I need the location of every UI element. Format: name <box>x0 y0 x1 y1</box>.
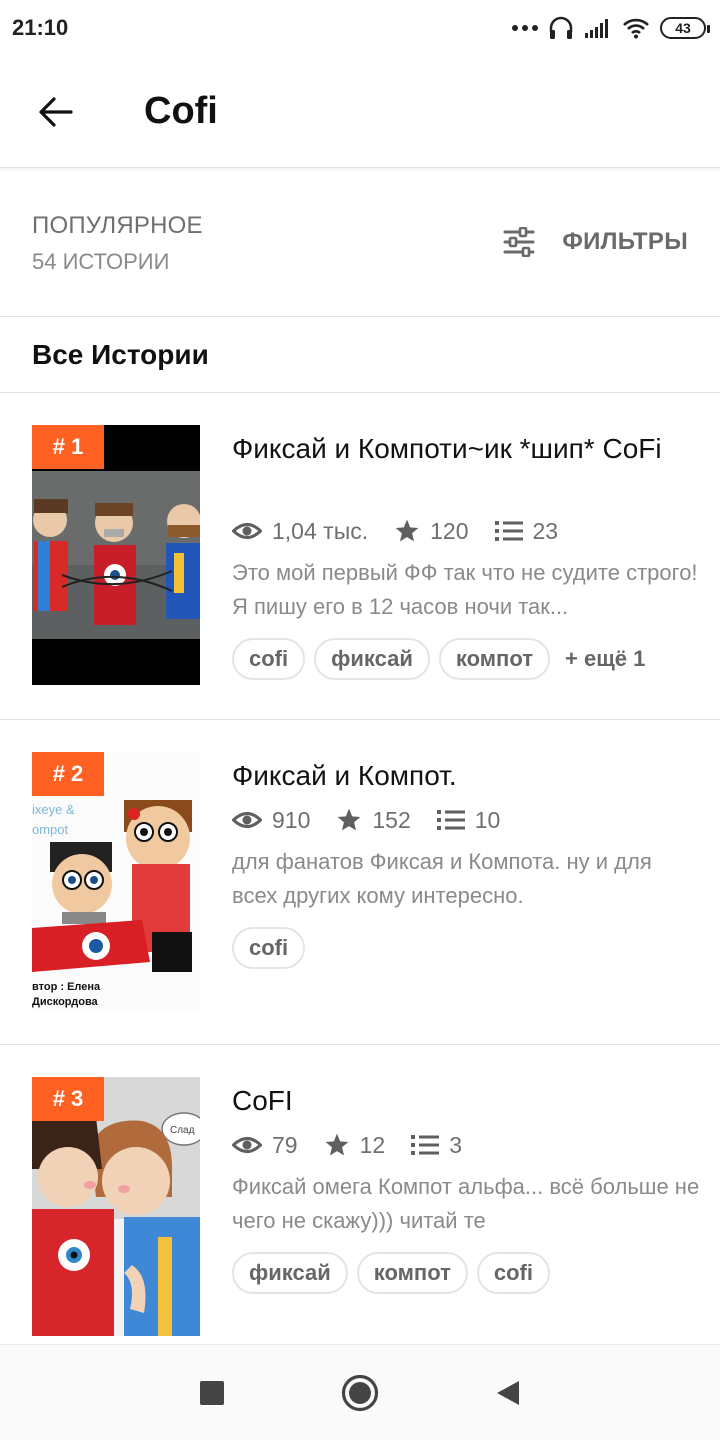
cover-text: ompot <box>32 822 69 837</box>
circle-icon <box>341 1374 379 1411</box>
story-description: Это мой первый ФФ так что не судите стро… <box>232 560 698 619</box>
square-icon <box>200 1380 224 1405</box>
eye-icon <box>232 1137 262 1153</box>
story-cover[interactable]: # 1 <box>32 425 200 685</box>
parts-count: 3 <box>449 1131 462 1158</box>
parts-count: 23 <box>532 517 559 544</box>
cover-text: ixeye & <box>32 802 75 817</box>
story-description: для фанатов Фиксая и Компота. ну и для в… <box>232 849 652 908</box>
cover-text: втор : Елена <box>32 981 101 993</box>
eye-icon <box>232 523 262 539</box>
views-stat: 79 <box>232 1132 298 1159</box>
votes-count: 120 <box>430 517 469 544</box>
tag-chip[interactable]: фиксай <box>232 1252 348 1294</box>
filters-label: ФИЛЬТРЫ <box>562 228 688 255</box>
sort-label[interactable]: ПОПУЛЯРНОЕ <box>32 212 203 240</box>
list-icon <box>411 1135 440 1155</box>
star-icon <box>325 1133 348 1156</box>
story-stats: 79 12 3 <box>232 1128 488 1162</box>
story-title[interactable]: Фиксай и Компоти~ик *шип* CoFi <box>232 429 692 469</box>
story-cover[interactable]: # 3 Слад <box>32 1077 200 1336</box>
rank-badge: # 2 <box>32 752 104 796</box>
back-nav-button[interactable] <box>484 1369 532 1417</box>
story-item[interactable]: # 2 ixeye & ompot втор : Елена Дискордов… <box>0 720 720 1045</box>
arrow-left-icon <box>39 96 73 127</box>
section-header: Все Истории <box>0 318 720 393</box>
app-bar: Cofi <box>0 56 720 168</box>
views-count: 79 <box>272 1131 298 1158</box>
tag-list: cofi фиксай компот + ещё 1 <box>232 638 645 680</box>
votes-count: 152 <box>372 806 411 833</box>
triangle-back-icon <box>497 1380 519 1405</box>
tag-chip[interactable]: cofi <box>232 638 306 680</box>
tag-list: фиксай компот cofi <box>232 1252 550 1294</box>
cover-text: Слад <box>170 1125 195 1136</box>
eye-icon <box>232 812 262 828</box>
list-icon <box>436 810 465 830</box>
votes-stat: 12 <box>324 1131 386 1159</box>
story-item[interactable]: # 3 Слад CoFI 79 12 3 Фиксай омега Компо… <box>0 1045 720 1344</box>
story-count: 54 ИСТОРИИ <box>32 249 170 274</box>
status-time: 21:10 <box>12 15 69 40</box>
parts-stat: 23 <box>494 517 559 545</box>
filters-button[interactable]: ФИЛЬТРЫ <box>502 220 688 264</box>
signal-icon <box>585 19 608 38</box>
list-icon <box>494 521 523 541</box>
views-count: 910 <box>272 806 311 833</box>
votes-stat: 152 <box>336 806 411 834</box>
votes-stat: 120 <box>394 517 469 545</box>
more-tags-link[interactable]: + ещё 1 <box>565 646 645 672</box>
cover-text: Дискордова <box>32 996 99 1008</box>
status-bar: 21:10 43 <box>0 0 720 56</box>
votes-count: 12 <box>359 1131 386 1158</box>
star-icon <box>395 519 419 542</box>
tag-chip[interactable]: фиксай <box>314 638 430 680</box>
sort-filter-row: ПОПУЛЯРНОЕ 54 ИСТОРИИ ФИЛЬТРЫ <box>0 168 720 317</box>
rank-badge: # 1 <box>32 425 104 469</box>
views-stat: 1,04 тыс. <box>232 518 368 545</box>
story-title[interactable]: Фиксай и Компот. <box>232 756 692 796</box>
star-icon <box>338 808 361 831</box>
story-cover[interactable]: # 2 ixeye & ompot втор : Елена Дискордов… <box>32 752 200 1012</box>
parts-count: 10 <box>474 806 501 833</box>
tag-chip[interactable]: компот <box>356 1252 468 1294</box>
rank-badge: # 3 <box>32 1077 104 1121</box>
story-description: Фиксай омега Компот альфа... всё больше … <box>232 1174 700 1233</box>
story-stats: 1,04 тыс. 120 23 <box>232 514 584 548</box>
battery-icon: 43 <box>660 17 710 39</box>
wifi-icon <box>623 18 649 39</box>
more-dots-icon <box>512 25 538 31</box>
tag-chip[interactable]: cofi <box>232 927 306 969</box>
back-button[interactable] <box>26 82 86 142</box>
parts-stat: 3 <box>411 1132 462 1159</box>
sliders-icon <box>503 227 535 257</box>
story-title[interactable]: CoFI <box>232 1081 692 1121</box>
views-count: 1,04 тыс. <box>272 517 369 544</box>
page-title: Cofi <box>144 90 218 132</box>
tag-list: cofi <box>232 927 306 969</box>
system-nav-bar <box>0 1344 720 1440</box>
recents-button[interactable] <box>188 1369 236 1417</box>
story-stats: 910 152 10 <box>232 803 526 837</box>
headphones-icon <box>549 16 573 39</box>
home-button[interactable] <box>336 1369 384 1417</box>
views-stat: 910 <box>232 807 310 834</box>
story-item[interactable]: # 1 Фиксай и Компоти~ик *шип* CoFi 1,04 … <box>0 393 720 720</box>
tag-chip[interactable]: компот <box>438 638 550 680</box>
parts-stat: 10 <box>436 806 501 834</box>
tag-chip[interactable]: cofi <box>476 1252 550 1294</box>
status-icons: 43 <box>512 16 710 40</box>
